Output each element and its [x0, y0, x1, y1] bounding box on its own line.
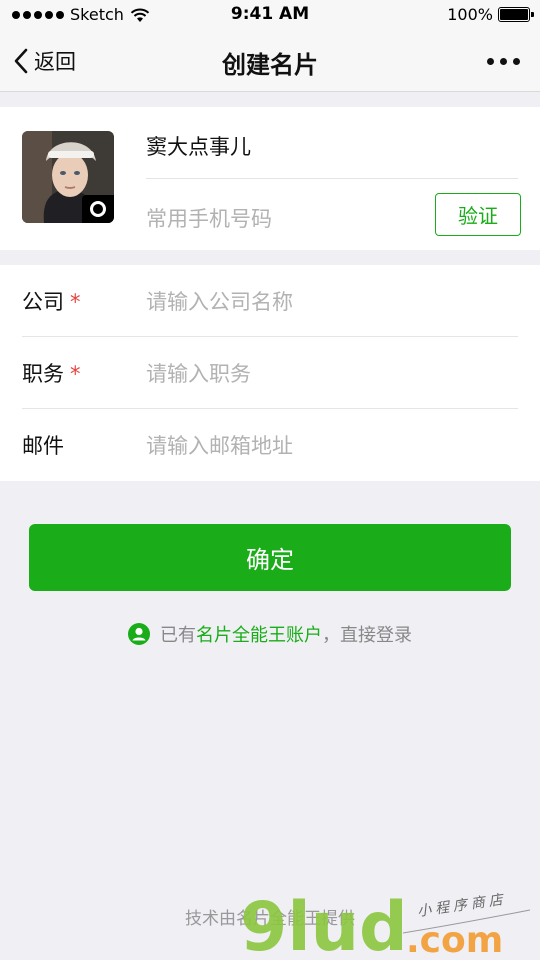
more-menu-icon[interactable]	[487, 58, 520, 65]
navigation-bar: 返回 创建名片	[0, 30, 540, 92]
phone-input[interactable]: 常用手机号码	[146, 203, 272, 233]
info-form: 公司 * 请输入公司名称 职务 * 请输入职务 邮件 请输入邮箱地址	[0, 265, 540, 481]
watermark-com-text: .com	[406, 920, 503, 960]
divider	[146, 178, 518, 179]
camera-icon[interactable]	[82, 195, 114, 223]
login-hint: 已有 名片全能王账户 ，直接登录	[0, 621, 540, 647]
title-input[interactable]: 请输入职务	[146, 358, 251, 388]
account-link[interactable]: 名片全能王账户	[196, 621, 322, 647]
user-name[interactable]: 窦大点事儿	[146, 131, 251, 161]
status-bar: Sketch 9:41 AM 100%	[0, 0, 540, 30]
avatar[interactable]	[22, 131, 114, 223]
watermark-tag: 小程序商店	[416, 892, 507, 920]
title-label: 职务 *	[22, 362, 81, 386]
profile-card: 窦大点事儿 常用手机号码 验证	[0, 107, 540, 250]
title-row[interactable]: 职务 * 请输入职务	[0, 337, 540, 409]
company-input[interactable]: 请输入公司名称	[146, 286, 293, 316]
watermark-logo-text: 9lud	[240, 888, 408, 960]
user-circle-icon	[128, 623, 150, 645]
email-row[interactable]: 邮件 请输入邮箱地址	[0, 409, 540, 481]
login-hint-prefix: 已有	[160, 625, 196, 646]
required-mark: *	[70, 362, 81, 386]
company-row[interactable]: 公司 * 请输入公司名称	[0, 265, 540, 337]
email-label: 邮件	[22, 434, 64, 458]
required-mark: *	[70, 290, 81, 314]
battery-percent: 100%	[447, 5, 493, 24]
email-input[interactable]: 请输入邮箱地址	[146, 430, 293, 460]
status-right: 100%	[447, 5, 534, 24]
confirm-button[interactable]: 确定	[29, 524, 511, 591]
verify-button[interactable]: 验证	[435, 193, 521, 236]
battery-icon	[498, 7, 534, 22]
page-title: 创建名片	[222, 51, 318, 79]
company-label: 公司 *	[22, 290, 81, 314]
login-hint-suffix: ，直接登录	[322, 625, 412, 646]
watermark-logo: 9lud .com 小程序商店	[240, 888, 531, 960]
